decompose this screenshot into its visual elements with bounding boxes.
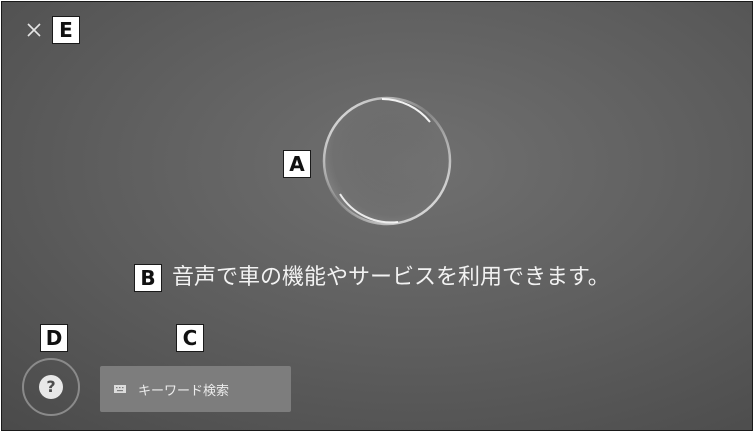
callout-a: A [283, 150, 311, 178]
keyboard-icon [114, 385, 126, 393]
voice-prompt-message: 音声で車の機能やサービスを利用できます。 [172, 265, 610, 290]
keyword-search-label: キーワード検索 [138, 383, 230, 399]
voice-orb [322, 96, 452, 226]
close-button[interactable] [20, 16, 48, 44]
callout-e: E [52, 16, 80, 44]
question-icon: ? [39, 375, 63, 399]
close-icon [27, 23, 41, 37]
voice-assistant-screen: E A B 音声で車の機能やサービスを利用できます。 D ? C キーワード検索 [1, 1, 753, 431]
callout-d: D [40, 324, 68, 352]
help-button[interactable]: ? [22, 358, 80, 416]
keyword-search-button[interactable]: キーワード検索 [100, 366, 291, 412]
callout-c: C [176, 324, 204, 352]
callout-b: B [134, 264, 162, 292]
